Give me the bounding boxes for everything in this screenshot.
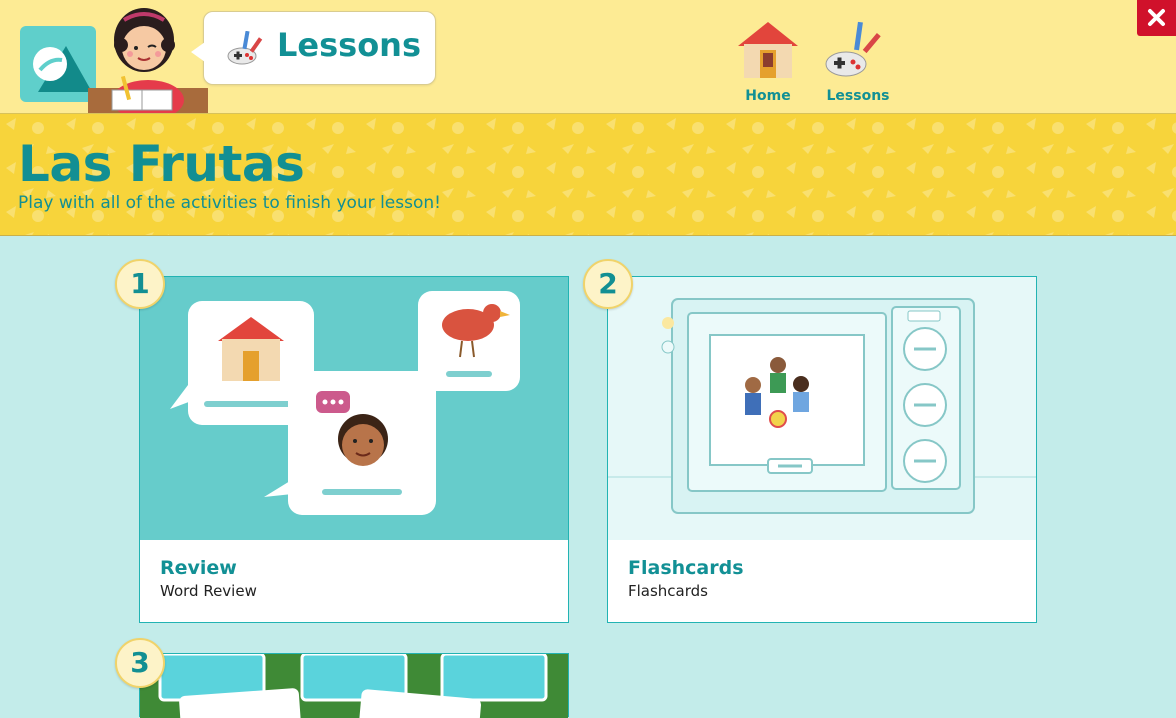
lesson-title: Las Frutas [18,135,305,193]
activity-title: Flashcards [628,557,744,579]
flashcards-illustration [608,277,1036,540]
activity-card-flashcards[interactable]: Flashcards Flashcards [607,276,1037,623]
activity-number-badge: 2 [583,259,633,309]
close-button[interactable] [1137,0,1176,36]
section-title-bubble: Lessons [191,11,436,85]
close-icon [1148,9,1165,26]
house-icon [738,22,798,78]
activity-card-review[interactable]: Review Word Review [139,276,569,623]
lesson-banner: Las Frutas Play with all of the activiti… [0,114,1176,236]
gamepad-pencil-icon [227,31,263,65]
activity-subtitle: Flashcards [628,582,708,600]
activity-title: Review [160,557,237,579]
top-bar: Lessons Home Lessons [0,0,1176,120]
review-illustration [140,277,568,540]
lesson-subtitle: Play with all of the activities to finis… [18,193,441,213]
nav-lessons-label: Lessons [826,88,890,104]
section-title: Lessons [277,26,421,64]
app-logo[interactable] [20,26,96,102]
activity-card-3[interactable] [139,653,569,718]
nav-home-label: Home [745,88,791,104]
activity-subtitle: Word Review [160,582,257,600]
activity-number-badge: 1 [115,259,165,309]
girl-mascot-icon [88,0,208,120]
matching-illustration [140,654,568,718]
nav-home[interactable]: Home [728,20,808,104]
activity-number-badge: 3 [115,638,165,688]
nav-lessons[interactable]: Lessons [818,20,898,104]
gamepad-pencil-icon [825,21,881,77]
